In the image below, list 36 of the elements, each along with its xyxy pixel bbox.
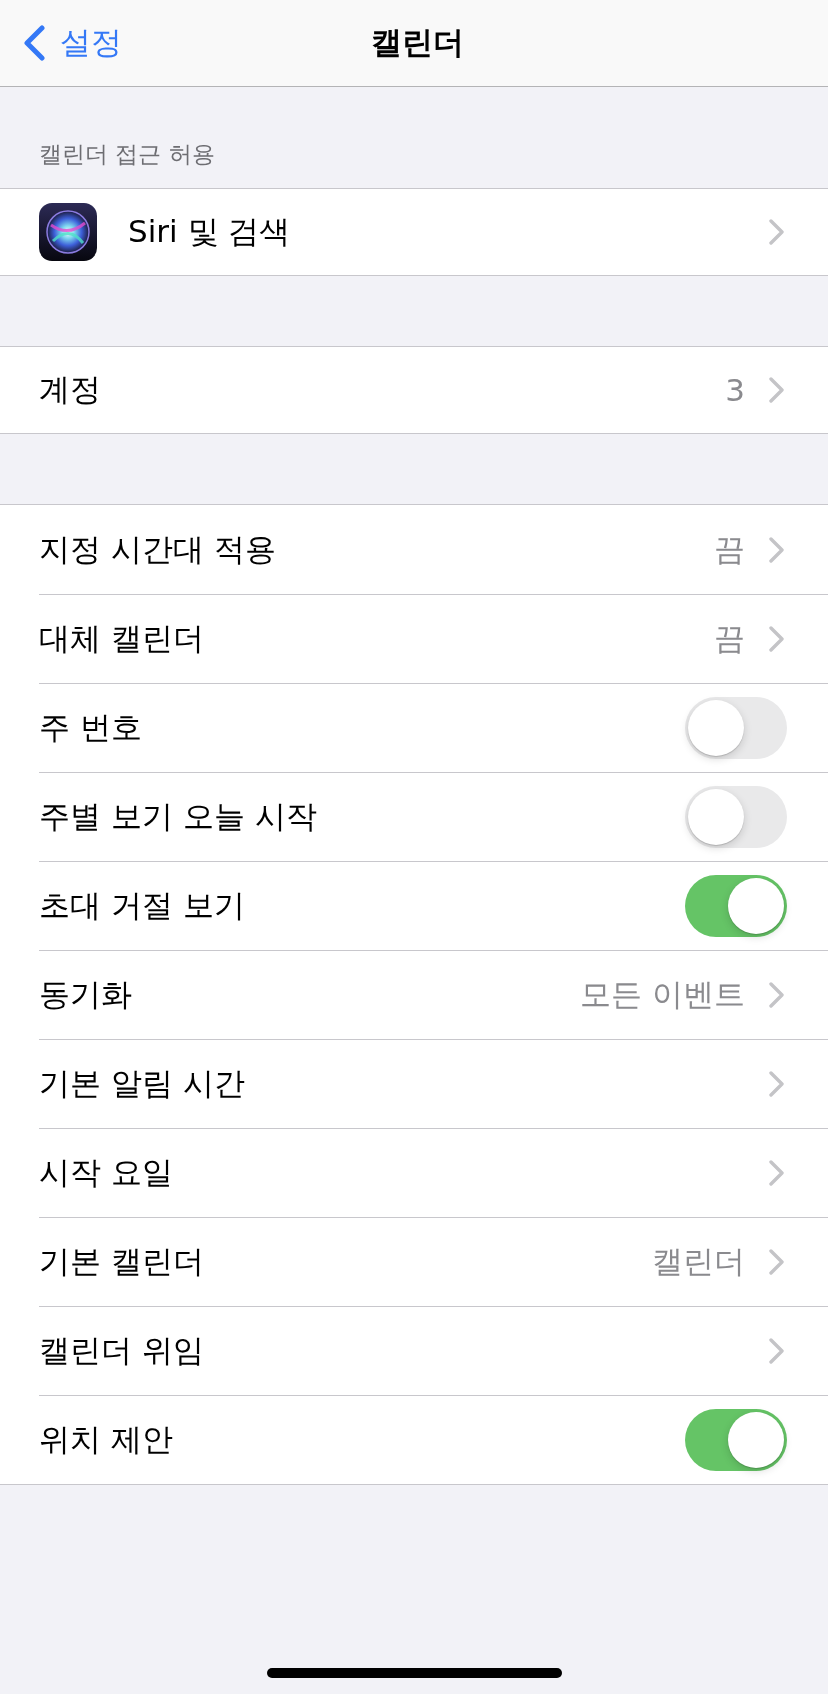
screen-title: 캘린더: [370, 23, 464, 62]
row-label: 기본 캘린더: [39, 1242, 204, 1281]
toggle-switch[interactable]: [685, 786, 787, 848]
row-label: 주별 보기 오늘 시작: [39, 797, 317, 836]
row-label: 캘린더 위임: [39, 1331, 204, 1370]
row-value: 끔: [714, 619, 745, 658]
row-label: 주 번호: [39, 708, 142, 747]
row-label: 위치 제안: [39, 1420, 173, 1459]
row-label: 대체 캘린더: [39, 619, 204, 658]
row-value: 캘린더: [652, 1242, 745, 1281]
toggle-switch[interactable]: [685, 875, 787, 937]
chevron-icon: [769, 1071, 784, 1097]
chevron-icon: [769, 626, 784, 652]
chevron-icon: [769, 377, 784, 403]
row-label: 지정 시간대 적용: [39, 529, 276, 569]
chevron-icon: [769, 1338, 784, 1364]
row-value: 끔: [714, 529, 745, 569]
row-label: 기본 알림 시간: [39, 1064, 245, 1103]
row-label: 동기화: [39, 975, 132, 1014]
chevron-icon: [769, 536, 784, 563]
toggle-switch[interactable]: [685, 1409, 787, 1471]
chevron-icon: [769, 1160, 784, 1186]
row-value: 3: [725, 372, 745, 408]
row-label: Siri 및 검색: [128, 212, 291, 251]
app-icon: [39, 203, 97, 261]
row-value: 모든 이벤트: [580, 975, 745, 1014]
row-label: 계정: [39, 370, 101, 409]
chevron-icon: [769, 219, 784, 245]
section-header: 캘린더 접근 허용: [39, 140, 215, 169]
chevron-icon: [769, 1249, 784, 1275]
chevron-icon: [769, 982, 784, 1008]
back-chevron-icon: [22, 25, 46, 61]
row-label: 초대 거절 보기: [39, 886, 245, 925]
toggle-switch[interactable]: [685, 697, 787, 759]
row-label: 시작 요일: [39, 1153, 173, 1192]
back-button[interactable]: 설정: [22, 22, 122, 64]
